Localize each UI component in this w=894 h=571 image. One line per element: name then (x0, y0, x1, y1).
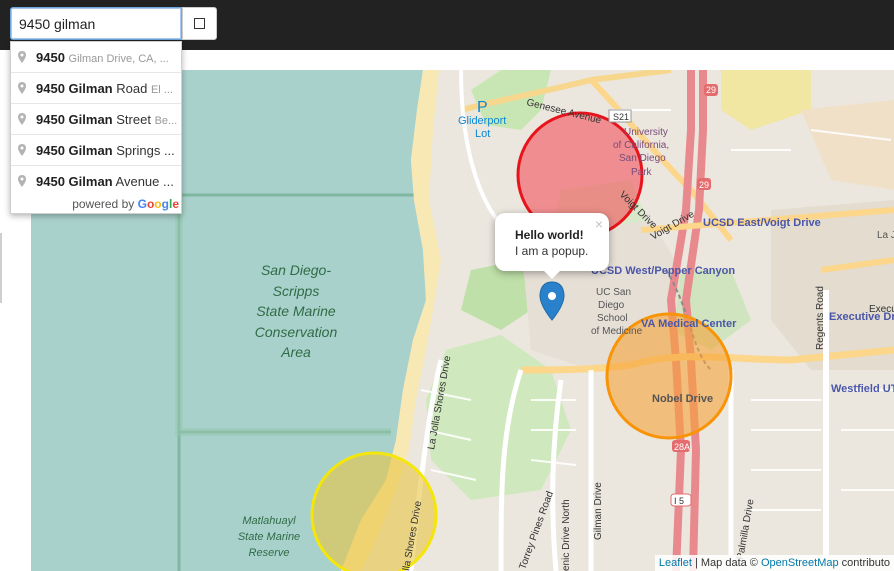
suggestion-secondary: El ... (150, 84, 173, 96)
label-scenic: enic Drive North (561, 499, 572, 571)
google-logo-letter: g (161, 197, 169, 211)
google-logo: Google (138, 197, 179, 211)
label-med-3: School (597, 313, 628, 324)
suggestion-item[interactable]: 9450 Gilman Road El ... (11, 73, 181, 104)
panel-edge-tick (0, 233, 2, 303)
label-hw29-b: 29 (699, 180, 709, 190)
map-popup: × Hello world! I am a popup. (495, 213, 609, 279)
suggestion-number: 9450 (36, 143, 65, 158)
attribution-rest: contributo (838, 557, 890, 569)
label-matl-3: Reserve (249, 547, 290, 559)
powered-by-text: powered by (72, 197, 135, 211)
label-voigt-2: UCSD East/Voigt Drive (703, 217, 821, 229)
google-logo-letter: o (154, 197, 162, 211)
pin-icon (18, 144, 26, 156)
label-westfield: Westfield UT (831, 383, 894, 395)
label-la-jolla-right: La Jo (877, 230, 894, 241)
label-gilman: Gilman Drive (593, 482, 604, 540)
label-ocean-4: Conservation (255, 324, 338, 340)
label-matl-1: Matlahuayl (242, 515, 296, 527)
suggestion-number: 9450 (36, 174, 65, 189)
google-logo-letter: e (172, 197, 179, 211)
map-attribution: Leaflet | Map data © OpenStreetMap contr… (654, 555, 894, 571)
label-nobel: Nobel Drive (652, 393, 713, 405)
label-matl-2: State Marine (238, 531, 300, 543)
label-ucsd-2: of California, (613, 140, 669, 151)
suggestion-number: 9450 (36, 50, 65, 65)
suggestion-number: 9450 (36, 112, 65, 127)
suggestion-item[interactable]: 9450 Gilman Drive, CA, ... (11, 42, 181, 73)
pin-icon (18, 175, 26, 187)
pin-icon (18, 82, 26, 94)
popup-title: Hello world! (515, 228, 584, 242)
label-med-4: of Medicine (591, 326, 643, 337)
label-ucsd-1: University (624, 127, 668, 138)
label-hw28a: 28A (674, 442, 690, 452)
search-button[interactable] (182, 7, 217, 40)
pin-icon (18, 51, 26, 63)
popup-body: I am a popup. (515, 244, 589, 258)
label-ocean-2: Scripps (273, 283, 320, 299)
suggestion-street: Gilman (68, 81, 113, 96)
square-icon (194, 18, 205, 29)
autocomplete-dropdown: 9450 Gilman Drive, CA, ... 9450 Gilman R… (10, 41, 182, 214)
leaflet-link[interactable]: Leaflet (659, 557, 692, 569)
label-pepper: UCSD West/Pepper Canyon (591, 265, 735, 277)
popup-close-button[interactable]: × (595, 216, 603, 232)
osm-link[interactable]: OpenStreetMap (761, 557, 839, 569)
google-logo-letter: G (137, 197, 147, 211)
suggestion-item[interactable]: 9450 Gilman Springs ... (11, 135, 181, 166)
label-ocean-3: State Marine (256, 303, 336, 319)
suggestion-item[interactable]: 9450 Gilman Street Be... (11, 104, 181, 135)
label-va: VA Medical Center (641, 318, 737, 330)
suggestion-street: Gilman (68, 112, 113, 127)
suggestion-street: Gilman (68, 174, 113, 189)
pin-icon (18, 113, 26, 125)
label-hw29-a: 29 (706, 85, 716, 95)
search-box (10, 7, 217, 40)
label-ucsd-3: San Diego (619, 153, 666, 164)
label-i5: I 5 (674, 496, 684, 506)
label-gliderport-2: Lot (475, 128, 490, 140)
powered-by-google: powered by Google (72, 197, 179, 211)
suggestion-secondary: Gilman Drive, CA, ... (68, 53, 169, 65)
suggestion-suffix: Avenue ... (115, 174, 174, 189)
suggestion-suffix: Street (116, 112, 151, 127)
suggestion-street: Gilman (68, 143, 113, 158)
label-ucsd-4: Park (631, 167, 653, 178)
suggestion-secondary: Be... (154, 115, 178, 127)
suggestion-item[interactable]: 9450 Gilman Avenue ... (11, 166, 181, 196)
label-executive-2: Executive Dr (829, 311, 894, 323)
label-med-1: UC San (596, 287, 631, 298)
search-input[interactable] (10, 7, 182, 40)
label-gliderport-1: Gliderport (458, 115, 506, 127)
label-regents: Regents Road (815, 286, 826, 350)
suggestion-suffix: Road (116, 81, 148, 96)
label-parking: P (477, 99, 488, 116)
suggestion-number: 9450 (36, 81, 65, 96)
attribution-separator: | Map data © (691, 557, 761, 569)
popup-tip (542, 269, 562, 279)
label-med-2: Diego (598, 300, 625, 311)
suggestion-suffix: Springs ... (116, 143, 175, 158)
label-s21: S21 (613, 112, 629, 122)
label-ocean-5: Area (280, 344, 311, 360)
label-ocean-1: San Diego- (261, 262, 331, 278)
